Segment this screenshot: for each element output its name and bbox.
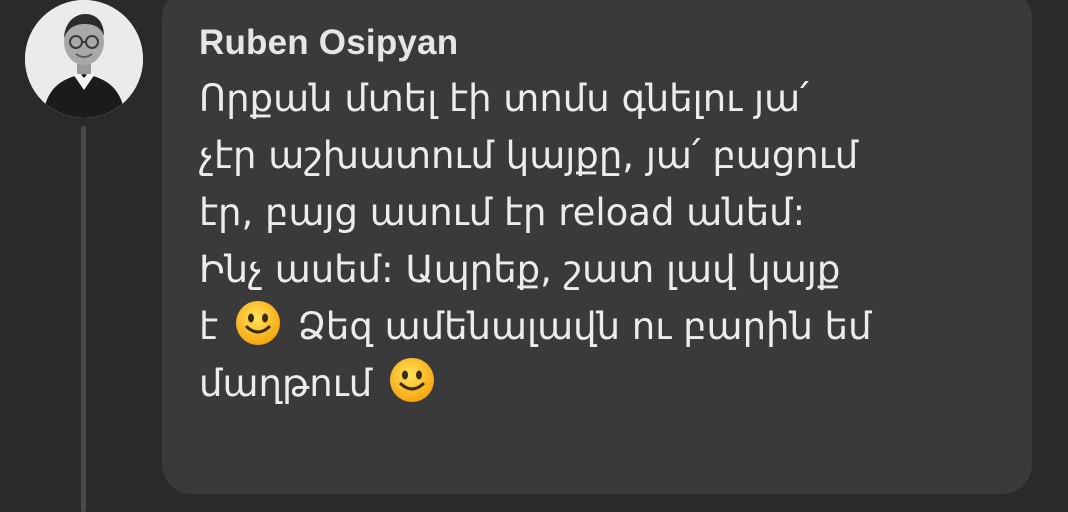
smiling-face-emoji-icon	[234, 299, 282, 347]
smiling-face-emoji-icon	[388, 356, 436, 404]
comment-line-1: Որքան մտել էի տոմս գնելու յա՛	[199, 77, 809, 120]
avatar[interactable]	[25, 0, 143, 118]
comment-line-2: չէր աշխատում կայքը, յա՛ բացում	[199, 134, 859, 177]
thread-connector-line	[81, 126, 86, 512]
comment-line-5: է Ձեզ ամենալավն ու բարին եմ	[199, 298, 1019, 355]
comment-line-6: մաղթում	[199, 355, 1019, 412]
comment-line-4: Ինչ ասեմ: Ապրեք, շատ լավ կայք	[199, 248, 841, 291]
comment-line-3: էր, բայց ասում էր reload անեմ:	[199, 191, 806, 234]
comment-author-name[interactable]: Ruben Osipyan	[199, 22, 1032, 64]
comment-line-5-text-a: է	[199, 305, 219, 348]
avatar-photo-icon	[25, 0, 143, 118]
comment-line-5-text-b: Ձեզ ամենալավն ու բարին եմ	[297, 305, 872, 348]
comment-text: Որքան մտել էի տոմս գնելու յա՛ չէր աշխատո…	[199, 70, 1019, 412]
comment-line-6-text: մաղթում	[199, 362, 373, 405]
comment-bubble[interactable]: Ruben Osipyan Որքան մտել էի տոմս գնելու …	[162, 0, 1032, 494]
